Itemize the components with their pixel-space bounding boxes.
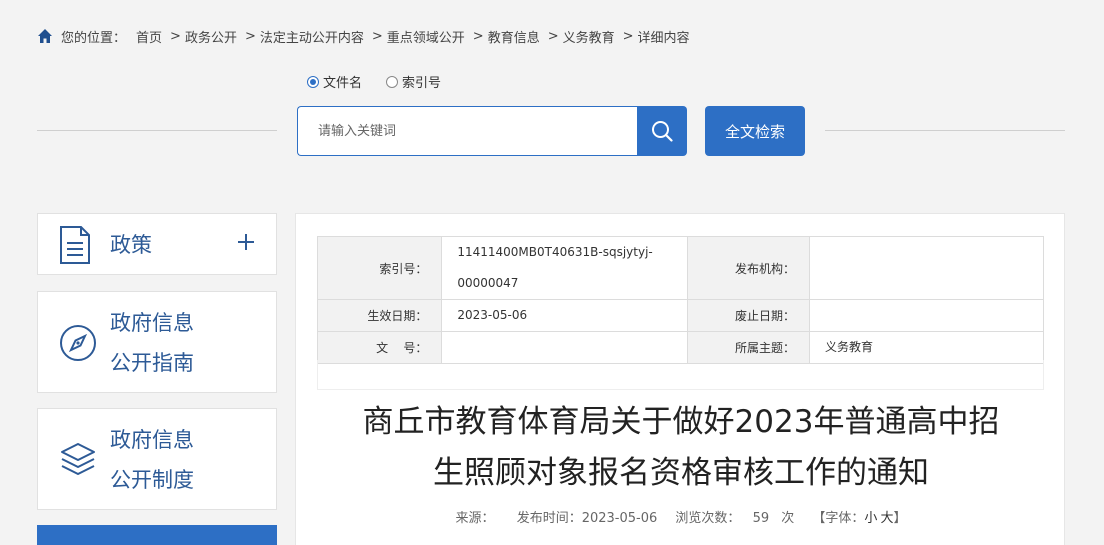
breadcrumb-compulsory[interactable]: 义务教育 — [563, 27, 615, 46]
search-button[interactable] — [637, 106, 687, 156]
expire-date-value — [809, 299, 1044, 332]
sidebar-item-label-line2: 公开指南 — [110, 351, 194, 375]
article-title: 商丘市教育体育局关于做好2023年普通高中招 生照顾对象报名资格审核工作的通知 — [336, 397, 1026, 499]
publisher-label: 发布机构： — [687, 236, 811, 300]
home-icon — [38, 29, 52, 43]
sidebar-item-policy[interactable]: 政策 — [37, 213, 277, 275]
font-size-control: 【字体：小 大】 — [812, 511, 906, 526]
index-label: 索引号： — [316, 236, 443, 300]
font-label: 【字体： — [812, 511, 865, 526]
breadcrumb-affairs[interactable]: 政务公开 — [185, 27, 237, 46]
sidebar-item-label: 政策 — [110, 233, 152, 257]
article-panel: 索引号： 11411400MB0T40631B-sqsjytyj- 000000… — [295, 213, 1065, 545]
docno-label: 文 号： — [316, 331, 443, 364]
radio-index-label: 索引号 — [402, 76, 442, 91]
breadcrumb-detail: 详细内容 — [637, 30, 690, 46]
sidebar-item-system[interactable]: 政府信息 公开制度 — [37, 408, 277, 510]
publisher-value — [809, 236, 1044, 300]
article-title-line2: 生照顾对象报名资格审核工作的通知 — [433, 455, 929, 491]
font-small-button[interactable]: 小 — [864, 511, 877, 526]
breadcrumb-separator: > — [472, 28, 484, 44]
compass-icon — [60, 325, 96, 361]
index-value-line1: 11411400MB0T40631B-sqsjytyj- — [457, 245, 653, 259]
effective-date-label: 生效日期： — [316, 299, 443, 332]
index-value: 11411400MB0T40631B-sqsjytyj- 00000047 — [441, 236, 689, 300]
plus-icon[interactable] — [236, 232, 256, 252]
breadcrumb-key-areas[interactable]: 重点领域公开 — [387, 27, 465, 46]
radio-dot-unchecked[interactable] — [386, 75, 399, 88]
expire-date-label: 废止日期： — [687, 299, 811, 332]
table-spacer — [317, 360, 1044, 390]
radio-filename-label: 文件名 — [323, 76, 363, 91]
divider-left — [37, 130, 277, 131]
publish-label: 发布时间： — [516, 511, 582, 526]
views-count: 59 — [752, 511, 770, 526]
metadata-table: 索引号： 11411400MB0T40631B-sqsjytyj- 000000… — [316, 236, 1044, 364]
breadcrumb-separator: > — [622, 28, 634, 44]
search-input[interactable] — [297, 106, 638, 156]
publish-date: 2023-05-06 — [581, 511, 658, 526]
font-close: 】 — [893, 511, 907, 526]
radio-dot-checked[interactable] — [307, 75, 319, 88]
breadcrumb-education[interactable]: 教育信息 — [488, 27, 540, 46]
index-value-line2: 00000047 — [457, 276, 519, 290]
document-icon — [60, 226, 90, 264]
breadcrumb-separator: > — [547, 28, 559, 44]
sidebar-item-label-line1: 政府信息 — [110, 311, 194, 335]
breadcrumb-prefix: 您的位置： — [61, 30, 127, 46]
breadcrumb-separator: > — [244, 28, 256, 44]
sidebar-item-label-line1: 政府信息 — [110, 428, 194, 452]
breadcrumb-separator: > — [170, 28, 181, 44]
article-info: 来源： 发布时间：2023-05-06 浏览次数： 59 次 【字体：小 大】 — [296, 507, 1066, 526]
search-icon — [652, 121, 673, 142]
radio-filename[interactable]: 文件名 — [307, 72, 362, 91]
topic-value: 义务教育 — [809, 331, 1044, 364]
breadcrumb-statutory[interactable]: 法定主动公开内容 — [260, 27, 364, 46]
fulltext-search-button[interactable]: 全文检索 — [705, 106, 805, 156]
sidebar-item-label-line2: 公开制度 — [110, 468, 194, 492]
docno-value — [441, 331, 689, 364]
article-title-line1: 商丘市教育体育局关于做好2023年普通高中招 — [362, 404, 1000, 440]
effective-date-value: 2023-05-06 — [441, 299, 689, 332]
sidebar-item-guide[interactable]: 政府信息 公开指南 — [37, 291, 277, 393]
breadcrumb-separator: > — [371, 28, 383, 44]
breadcrumb: 您的位置： 首页 > 政务公开 > 法定主动公开内容 > 重点领域公开 > 教育… — [37, 26, 694, 46]
font-large-button[interactable]: 大 — [880, 511, 893, 526]
topic-label: 所属主题： — [687, 331, 811, 364]
layers-icon — [61, 443, 95, 475]
views-label: 浏览次数： — [675, 511, 741, 526]
radio-index[interactable]: 索引号 — [386, 72, 441, 91]
source-label: 来源： — [455, 511, 495, 526]
views-unit: 次 — [781, 511, 795, 526]
sidebar-item-active[interactable] — [37, 525, 277, 545]
search-type-options: 文件名 索引号 — [307, 72, 465, 91]
divider-right — [825, 130, 1065, 131]
breadcrumb-home[interactable]: 首页 — [136, 27, 162, 46]
